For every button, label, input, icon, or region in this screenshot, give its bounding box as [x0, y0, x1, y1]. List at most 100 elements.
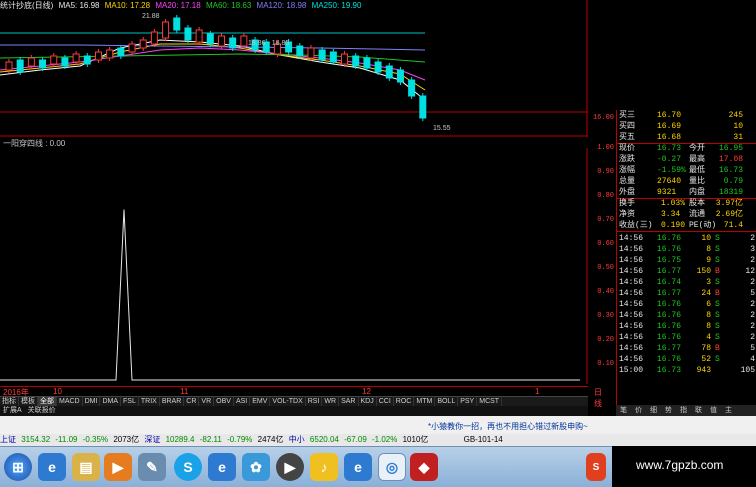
candle — [195, 29, 203, 43]
tab-dmi[interactable]: DMI — [83, 397, 101, 406]
axis-tick: 0.90 — [597, 168, 614, 176]
info-label: 最高 — [689, 155, 705, 164]
tab-detail[interactable]: 细 — [646, 405, 661, 416]
tab-wr[interactable]: WR — [322, 397, 340, 406]
tab-fsl[interactable]: FSL — [121, 397, 139, 406]
sh-index-label[interactable]: 上证 — [0, 435, 16, 444]
tab-sar[interactable]: SAR — [339, 397, 359, 406]
chart-title: 统计抄底(日线) — [0, 1, 54, 10]
sz-index-label[interactable]: 深证 — [144, 435, 160, 444]
tab-trend[interactable]: 势 — [661, 405, 676, 416]
tab-indicator[interactable]: 指标 — [0, 397, 19, 406]
file-explorer-icon[interactable]: ▤ — [72, 453, 100, 481]
tab-emv[interactable]: EMV — [250, 397, 271, 406]
tick-price: 16.76 — [657, 355, 682, 364]
tick-time: 14:56 — [619, 289, 644, 298]
tab-brar[interactable]: BRAR — [160, 397, 185, 406]
tick-time: 14:56 — [619, 245, 644, 254]
sh-index-pct: -0.35% — [82, 435, 109, 444]
music-icon[interactable]: ♪ — [310, 453, 338, 481]
axis-tick: 1.00 — [597, 144, 614, 152]
tab-mcst[interactable]: MCST — [477, 397, 503, 406]
tick-row: 14:56 16.76 8 S 3 — [617, 244, 756, 255]
axis-tick: 0.50 — [597, 264, 614, 272]
info-row: 涨跌 -0.27 最高 17.08 — [617, 154, 756, 165]
tab-cr[interactable]: CR — [184, 397, 200, 406]
tab-psy[interactable]: PSY — [458, 397, 478, 406]
tab-value[interactable]: 值 — [706, 405, 721, 416]
tick-price: 16.75 — [657, 256, 682, 265]
quote-panel-tabs: 笔 价 细 势 指 联 值 主 — [616, 405, 756, 416]
tab-asi[interactable]: ASI — [234, 397, 251, 406]
tab-macd[interactable]: MACD — [57, 397, 83, 406]
browser-icon[interactable]: e — [208, 453, 236, 481]
tick-count: 2 — [750, 333, 755, 342]
news-ticker[interactable]: *小猿教你一招，再也不用担心错过新股申购~ — [428, 421, 588, 432]
tab-rsi[interactable]: RSI — [306, 397, 323, 406]
info-value: -1.59% — [657, 166, 686, 175]
tick-price: 16.74 — [657, 278, 682, 287]
tab-template[interactable]: 模板 — [19, 397, 38, 406]
windows-taskbar: ⊞ e ▤ ▶ ✎ S e ✿ ▶ ♪ e ◎ ◆ S — [0, 446, 612, 487]
time-label: 11 — [180, 387, 189, 396]
tab-linked[interactable]: 联 — [691, 405, 706, 416]
tab-cci[interactable]: CCI — [377, 397, 394, 406]
tab-extension-a[interactable]: 扩展A — [0, 406, 25, 416]
media-player-icon[interactable]: ▶ — [104, 453, 132, 481]
tab-obv[interactable]: OBV — [214, 397, 234, 406]
quote-panel: 买三 16.70 245 买四 16.69 10 买五 16.68 31 现价 16.… — [616, 110, 756, 416]
candle — [94, 51, 102, 61]
tab-index[interactable]: 指 — [676, 405, 691, 416]
info-row: 外盘 9321 内盘 18319 — [617, 187, 756, 198]
tab-mtm[interactable]: MTM — [414, 397, 436, 406]
tick-row: 14:56 16.76 8 S 2 — [617, 321, 756, 332]
tab-price[interactable]: 价 — [631, 405, 646, 416]
trading-app-icon[interactable]: ◆ — [410, 453, 438, 481]
tool-icon[interactable]: ✎ — [138, 453, 166, 481]
bid-price: 16.68 — [657, 133, 682, 142]
tick-side: S — [715, 322, 720, 331]
tick-count: 2 — [750, 234, 755, 243]
tick-row: 14:56 16.77 24 B 5 — [617, 288, 756, 299]
stat-label: 净资 — [619, 210, 635, 219]
tab-vr[interactable]: VR — [199, 397, 215, 406]
candles — [5, 15, 427, 121]
network-icon[interactable]: ✿ — [242, 453, 270, 481]
search-app-icon[interactable]: ◎ — [378, 453, 406, 481]
sz-index-amount: 2474亿 — [257, 435, 284, 444]
indicator-axis: 1.00 0.90 0.80 0.70 0.60 0.50 0.40 0.30 … — [588, 140, 616, 385]
candle — [408, 79, 416, 97]
candle — [329, 51, 337, 63]
zx-index-amount: 1010亿 — [402, 435, 429, 444]
tab-related-quotes[interactable]: 关联报价 — [25, 406, 59, 416]
tab-roc[interactable]: ROC — [394, 397, 415, 406]
skype-icon[interactable]: S — [174, 453, 202, 481]
tab-vol-tdx[interactable]: VOL-TDX — [270, 397, 306, 406]
ie-browser-icon[interactable]: e — [38, 453, 66, 481]
player-icon[interactable]: ▶ — [276, 453, 304, 481]
tick-price: 16.76 — [657, 322, 682, 331]
tick-time: 14:56 — [619, 300, 644, 309]
tab-trix[interactable]: TRIX — [139, 397, 160, 406]
ie-icon[interactable]: e — [344, 453, 372, 481]
start-button-icon[interactable]: ⊞ — [4, 453, 32, 481]
period-label[interactable]: 日线 — [594, 387, 602, 409]
candle — [419, 95, 427, 119]
tick-price: 16.73 — [657, 366, 682, 375]
candle — [341, 53, 349, 65]
tray-area-icon[interactable]: S — [586, 453, 606, 481]
tab-dma[interactable]: DMA — [100, 397, 122, 406]
server-code: GB-101-14 — [463, 435, 503, 444]
zx-index-label[interactable]: 中小 — [289, 435, 305, 444]
candlestick-chart[interactable]: 21.88 18.86 - 18.85 15.55 — [0, 0, 588, 137]
tick-count: 5 — [750, 344, 755, 353]
tab-ticks[interactable]: 笔 — [616, 405, 631, 416]
info-value: 0.79 — [723, 177, 743, 186]
tab-main[interactable]: 主 — [721, 405, 736, 416]
tab-all[interactable]: 全部 — [38, 397, 57, 406]
tick-count: 4 — [750, 355, 755, 364]
indicator-chart[interactable] — [0, 148, 588, 384]
tab-boll[interactable]: BOLL — [435, 397, 459, 406]
tab-kdj[interactable]: KDJ — [359, 397, 377, 406]
axis-tick: 0.40 — [597, 288, 614, 296]
